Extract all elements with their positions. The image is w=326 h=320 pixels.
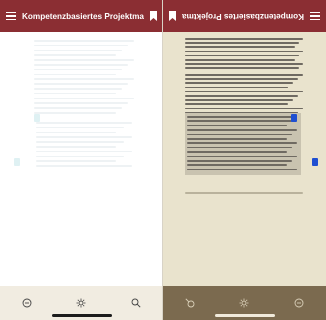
text-line	[185, 107, 303, 110]
annotation-marker[interactable]	[291, 114, 297, 122]
text-line	[36, 150, 132, 153]
text-line	[34, 68, 122, 71]
text-line	[36, 165, 132, 167]
home-indicator	[51, 314, 112, 317]
left-reader-pane: Kompetenzbasiertes Projektmana...	[0, 0, 163, 320]
left-page-content	[0, 32, 163, 286]
text-line	[34, 49, 122, 52]
text-line	[185, 63, 303, 65]
text-line	[36, 131, 116, 134]
text-line	[185, 50, 303, 53]
clock-icon[interactable]	[22, 298, 32, 308]
right-toolbar: Kompetenzbasiertes Projektmana...	[163, 0, 326, 32]
text-line	[185, 59, 295, 61]
text-line	[185, 95, 298, 97]
book-title-rotated: Kompetenzbasiertes Projektmana...	[182, 11, 304, 21]
brightness-icon[interactable]	[76, 298, 86, 308]
text-line	[34, 112, 116, 114]
text-line	[34, 88, 122, 90]
left-bottom-toolbar	[0, 286, 163, 320]
text-line	[187, 164, 287, 166]
page-separator	[185, 192, 303, 194]
clock-icon[interactable]	[294, 298, 304, 308]
text-line	[34, 78, 134, 80]
right-page-content	[163, 32, 326, 286]
text-line	[185, 103, 288, 105]
text-line	[187, 155, 297, 158]
text-line	[34, 64, 128, 66]
search-icon[interactable]	[131, 298, 141, 308]
text-line	[34, 83, 128, 85]
text-line	[36, 146, 116, 148]
hamburger-icon[interactable]	[6, 12, 16, 20]
text-line	[36, 155, 124, 158]
text-line	[185, 67, 299, 69]
text-line	[187, 129, 297, 131]
hamburger-icon[interactable]	[310, 12, 320, 20]
text-line	[187, 133, 292, 136]
right-bottom-toolbar	[163, 286, 326, 320]
text-line	[34, 102, 128, 104]
text-line	[185, 38, 303, 40]
text-line	[185, 54, 299, 57]
text-line	[187, 160, 292, 162]
text-line	[36, 122, 132, 124]
text-line	[185, 78, 298, 80]
text-line	[185, 82, 293, 84]
left-toolbar: Kompetenzbasiertes Projektmana...	[0, 0, 163, 32]
text-line	[34, 59, 134, 61]
text-line	[36, 141, 124, 143]
text-line	[34, 40, 134, 42]
book-title: Kompetenzbasiertes Projektmana...	[22, 11, 144, 21]
text-line	[34, 54, 116, 56]
text-line	[34, 44, 128, 47]
text-line	[185, 74, 303, 76]
text-line	[185, 46, 295, 48]
text-line	[185, 42, 299, 44]
home-indicator	[214, 314, 275, 317]
annotation-marker[interactable]	[14, 158, 20, 166]
text-line	[185, 99, 293, 101]
right-reader-pane: Kompetenzbasiertes Projektmana...	[163, 0, 326, 320]
search-icon[interactable]	[185, 298, 195, 308]
text-line	[187, 142, 297, 144]
text-line	[36, 136, 132, 138]
text-line	[185, 90, 303, 93]
text-line	[187, 116, 297, 118]
bookmark-icon[interactable]	[150, 11, 157, 21]
text-line	[36, 160, 116, 162]
annotation-marker[interactable]	[34, 114, 40, 122]
text-line	[187, 138, 287, 140]
text-line	[187, 120, 292, 122]
text-line	[34, 97, 134, 100]
text-line	[34, 73, 116, 76]
text-line	[185, 86, 288, 89]
text-line	[34, 107, 122, 109]
annotation-marker[interactable]	[312, 158, 318, 166]
brightness-icon[interactable]	[239, 298, 249, 308]
bookmark-icon[interactable]	[169, 11, 176, 21]
text-line	[36, 126, 124, 129]
text-line	[187, 151, 287, 153]
text-line	[34, 92, 116, 95]
